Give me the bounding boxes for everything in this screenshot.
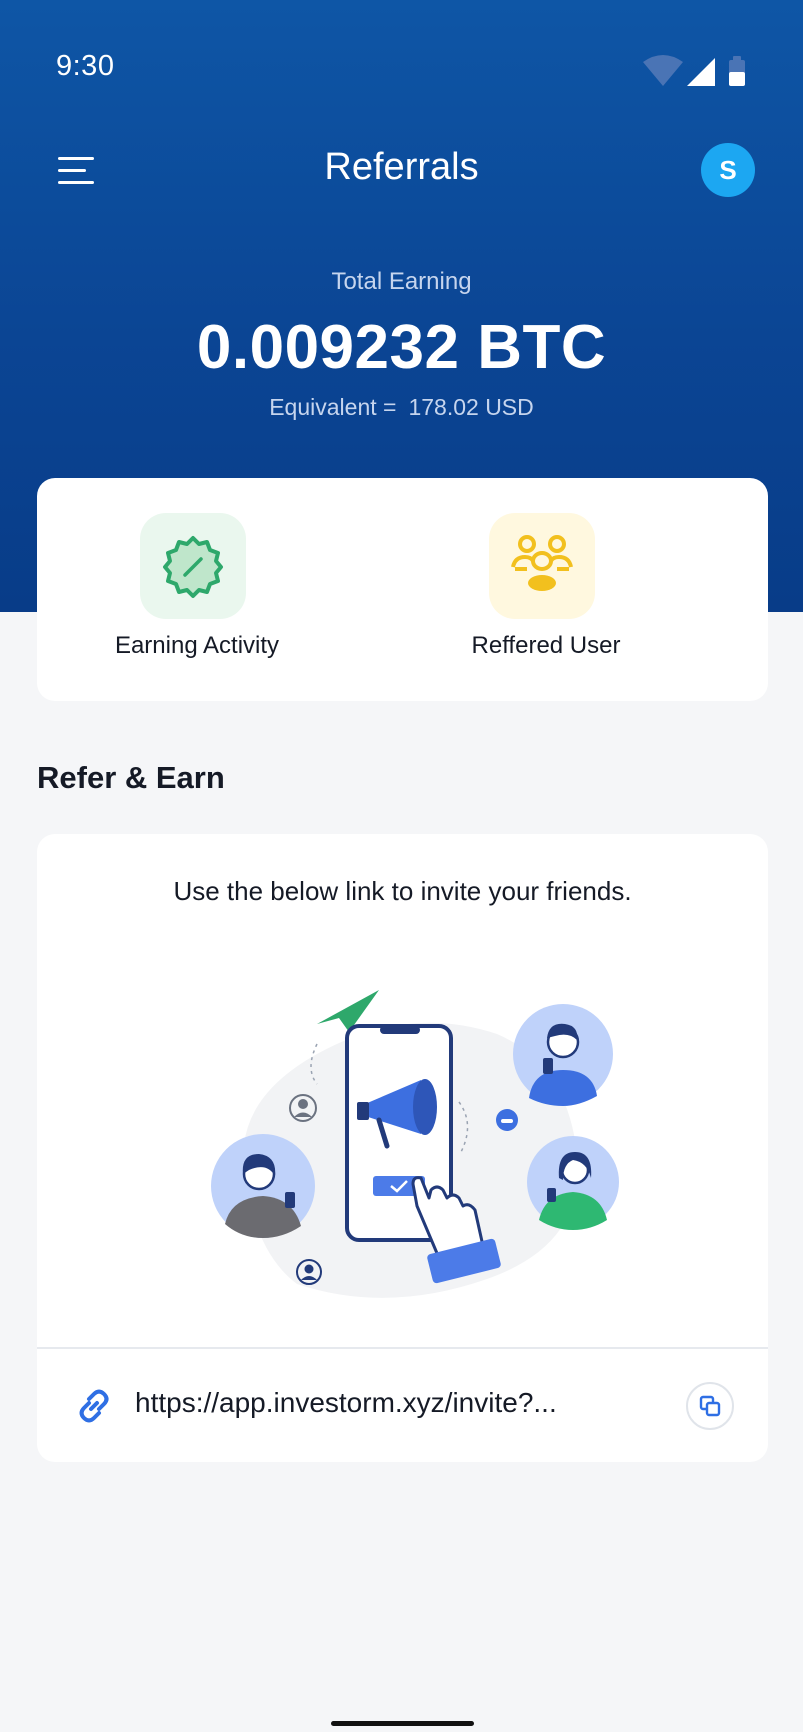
top-app-bar: Referrals S xyxy=(0,140,803,220)
invite-link-text[interactable]: https://app.investorm.xyz/invite?... xyxy=(135,1387,615,1419)
home-indicator xyxy=(331,1721,474,1726)
copy-button[interactable] xyxy=(686,1382,734,1430)
signal-icon xyxy=(687,58,715,86)
avatar[interactable]: S xyxy=(701,143,755,197)
refer-card: Use the below link to invite your friend… xyxy=(37,834,768,1462)
equivalent-amount: Equivalent = 178.02 USD xyxy=(0,394,803,421)
earning-activity-label: Earning Activity xyxy=(114,632,280,659)
earning-activity-button[interactable]: Earning Activity xyxy=(37,513,357,673)
page-title: Referrals xyxy=(324,146,479,188)
equivalent-label: Equivalent = xyxy=(269,394,397,420)
total-earning-label: Total Earning xyxy=(331,268,472,295)
user-icon-small xyxy=(289,1094,317,1122)
status-bar: 9:30 xyxy=(0,0,803,140)
wifi-icon xyxy=(643,55,683,86)
invite-link-row: https://app.investorm.xyz/invite?... xyxy=(37,1349,768,1462)
user-icon-small xyxy=(296,1259,322,1285)
equivalent-value: 178.02 USD xyxy=(408,394,534,420)
refer-description: Use the below link to invite your friend… xyxy=(173,876,632,906)
referred-user-button[interactable]: Reffered User xyxy=(386,513,706,673)
status-icons xyxy=(643,54,753,88)
user-icon-small xyxy=(496,1109,518,1131)
referral-illustration xyxy=(207,984,627,1304)
woman-green-avatar xyxy=(527,1136,619,1230)
total-earning-value: 0.009232 BTC xyxy=(196,313,607,382)
quick-actions-card: Earning Activity Reffered User xyxy=(37,478,768,701)
discount-badge-icon xyxy=(140,513,246,619)
copy-icon xyxy=(699,1395,721,1417)
referred-user-label: Reffered User xyxy=(471,632,621,659)
users-group-icon xyxy=(489,513,595,619)
link-icon xyxy=(75,1387,113,1425)
battery-icon xyxy=(729,56,745,86)
status-time: 9:30 xyxy=(56,50,115,82)
woman-with-phone-avatar xyxy=(211,1134,315,1238)
refer-earn-title: Refer & Earn xyxy=(37,760,225,795)
